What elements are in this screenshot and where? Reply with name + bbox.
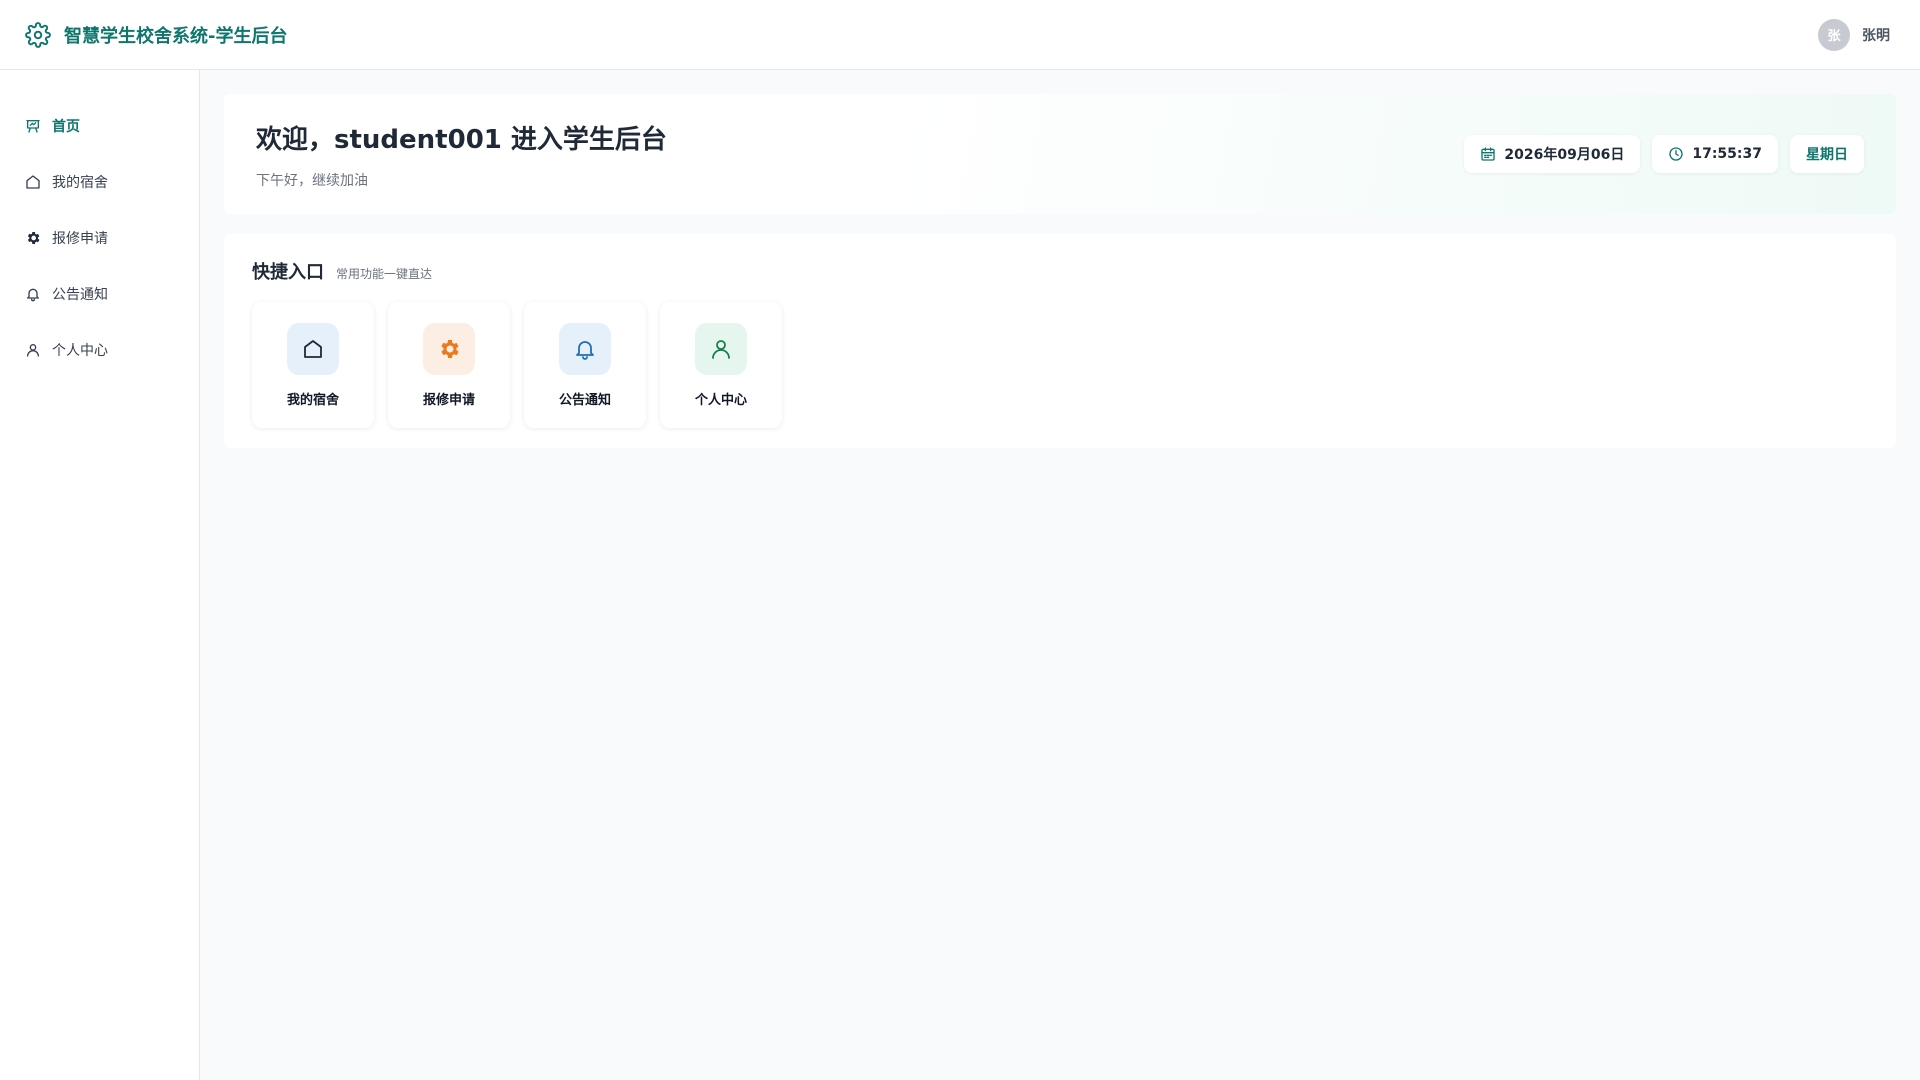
sidebar-item-profile[interactable]: 个人中心: [0, 322, 199, 378]
section-title: 快捷入口: [252, 262, 324, 283]
page-title: 欢迎，student001 进入学生后台: [256, 124, 667, 155]
quick-tiles: 我的宿舍 报修申请 公告通知 个人中心: [252, 302, 1868, 428]
gear-icon: [423, 322, 475, 375]
home-icon: [287, 322, 339, 375]
quick-tile-profile[interactable]: 个人中心: [660, 302, 782, 428]
user-icon: [24, 341, 42, 359]
quick-access-header: 快捷入口 常用功能一键直达: [252, 258, 1868, 284]
sidebar: 首页 我的宿舍 报修申请 公告通知 个人中心: [0, 70, 200, 1080]
quick-tile-notice[interactable]: 公告通知: [524, 302, 646, 428]
top-bar: 智慧学生校舍系统-学生后台 张 张明: [0, 0, 1920, 70]
sidebar-item-notice[interactable]: 公告通知: [0, 266, 199, 322]
avatar[interactable]: 张: [1818, 18, 1850, 51]
brand[interactable]: 智慧学生校舍系统-学生后台: [24, 21, 287, 49]
user-icon: [695, 322, 747, 375]
date-text: 2026年09月06日: [1504, 147, 1625, 163]
welcome-card: 欢迎，student001 进入学生后台 下午好，继续加油 2026年09月06…: [224, 94, 1896, 214]
quick-access-panel: 快捷入口 常用功能一键直达 我的宿舍 报修申请 公告通知 个人中心: [224, 234, 1896, 448]
sidebar-item-dorm[interactable]: 我的宿舍: [0, 154, 199, 210]
gear-icon: [24, 229, 42, 247]
sidebar-item-label: 公告通知: [52, 287, 108, 303]
date-badge: 2026年09月06日: [1464, 135, 1641, 173]
weekday-badge: 星期日: [1790, 135, 1864, 173]
sidebar-item-repair[interactable]: 报修申请: [0, 210, 199, 266]
time-text: 17:55:37: [1692, 146, 1762, 162]
sidebar-item-label: 报修申请: [52, 231, 108, 247]
tile-label: 我的宿舍: [286, 392, 339, 408]
tile-label: 个人中心: [694, 392, 747, 408]
sidebar-item-label: 我的宿舍: [52, 175, 108, 191]
welcome-text: 欢迎，student001 进入学生后台 下午好，继续加油: [256, 119, 667, 190]
sidebar-item-home[interactable]: 首页: [0, 98, 199, 154]
chart-presentation-icon: [24, 117, 42, 135]
bell-icon: [24, 285, 42, 303]
gear-icon: [24, 21, 52, 49]
home-icon: [24, 173, 42, 191]
date-time-group: 2026年09月06日 17:55:37 星期日: [1464, 135, 1864, 173]
greeting-subtitle: 下午好，继续加油: [256, 172, 368, 189]
quick-tile-dorm[interactable]: 我的宿舍: [252, 302, 374, 428]
calendar-icon: [1480, 146, 1496, 162]
section-subtitle: 常用功能一键直达: [336, 267, 433, 281]
user-menu[interactable]: 张 张明: [1818, 18, 1890, 51]
weekday-text: 星期日: [1806, 147, 1848, 163]
bell-icon: [559, 322, 611, 375]
clock-icon: [1668, 146, 1684, 162]
user-name[interactable]: 张明: [1862, 25, 1890, 45]
time-badge: 17:55:37: [1652, 135, 1778, 173]
sidebar-item-label: 首页: [52, 119, 80, 135]
tile-label: 报修申请: [422, 392, 475, 408]
app-title: 智慧学生校舍系统-学生后台: [64, 25, 288, 47]
sidebar-item-label: 个人中心: [52, 343, 108, 359]
tile-label: 公告通知: [558, 392, 611, 408]
quick-tile-repair[interactable]: 报修申请: [388, 302, 510, 428]
